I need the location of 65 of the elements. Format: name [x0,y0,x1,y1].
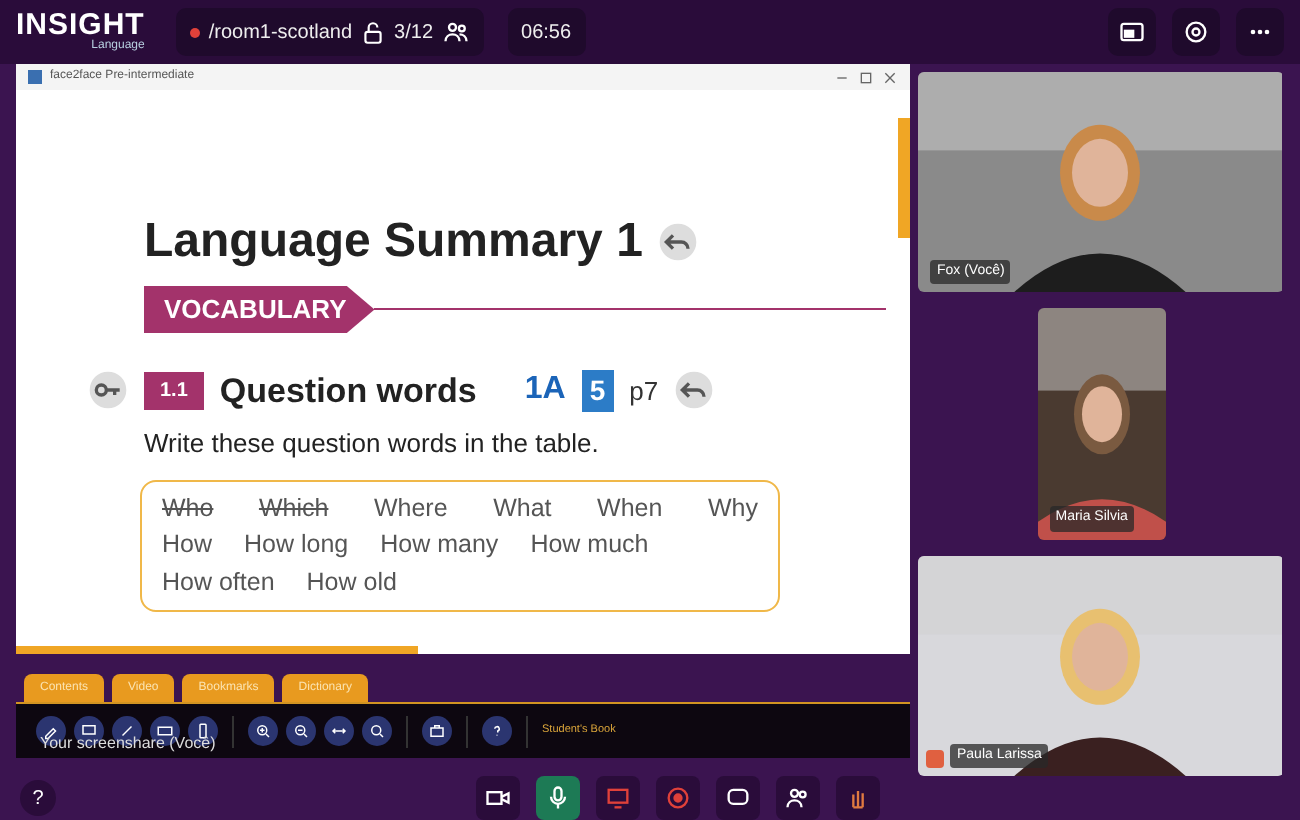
record-button[interactable] [656,776,700,820]
word: How much [530,528,649,563]
settings-button[interactable] [1172,8,1220,56]
participant-count: 3/12 [394,19,434,47]
help-icon [488,722,506,740]
page-box: 5 [581,369,614,412]
microphone-icon [544,784,572,812]
record-icon [664,784,692,812]
room-name: /room1-scotland [208,19,353,47]
timer: 06:56 [507,8,586,56]
chat-button[interactable] [716,776,760,820]
word: When [597,491,663,525]
maximize-icon[interactable] [858,69,875,85]
more-button[interactable] [1236,8,1284,56]
word: How often [162,566,275,600]
word: Why [707,491,758,526]
word: How long [244,528,349,563]
camera-button[interactable] [476,776,520,820]
word: What [493,491,552,525]
unlock-icon[interactable] [360,19,387,45]
zoom-in-button[interactable] [248,716,278,746]
fit-width-icon [330,722,348,740]
app-icon [28,70,42,84]
close-icon[interactable] [882,69,899,85]
logo: INSIGHT [16,10,145,40]
page-reference: p7 [629,373,659,410]
people-icon [784,784,812,812]
word: Which [258,491,329,525]
screen-share-button[interactable] [596,776,640,820]
scroll-bar [898,118,911,238]
section-label: VOCABULARY [144,286,375,333]
live-dot [190,27,201,37]
edit-icon [42,722,60,740]
search-icon [368,722,386,740]
phone-icon [194,722,212,740]
word: How [162,528,213,563]
muted-icon [926,750,945,768]
zoom-in-icon [254,722,272,740]
word: Who [162,491,214,525]
help-button[interactable] [482,716,512,746]
microphone-button[interactable] [536,776,580,820]
screenshare-label: Your screenshare (Você) [40,732,216,756]
zoom-out-icon [292,722,310,740]
screen-icon [80,722,98,740]
briefcase-icon [428,722,446,740]
picture-in-picture-button[interactable] [1108,8,1156,56]
picture-in-picture-icon [1118,18,1146,46]
search-button[interactable] [362,716,392,746]
screen-share-icon [604,784,632,812]
word: How old [306,566,397,600]
key-icon[interactable] [88,370,128,411]
people-button[interactable] [776,776,820,820]
people-icon[interactable] [441,18,470,46]
page-heading: Language Summary 1 [144,212,643,272]
exercise-number: 1.1 [144,371,204,410]
word: How many [380,528,499,563]
word: Where [373,491,448,525]
zoom-out-button[interactable] [286,716,316,746]
fit-width-button[interactable] [324,716,354,746]
settings-icon [1182,18,1210,46]
unit-reference: 1A [524,370,566,411]
instruction-text: Write these question words in the table. [144,426,601,462]
help-button[interactable]: ? [20,780,56,816]
briefcase-button[interactable] [422,716,452,746]
exercise-title: Question words [219,369,477,413]
